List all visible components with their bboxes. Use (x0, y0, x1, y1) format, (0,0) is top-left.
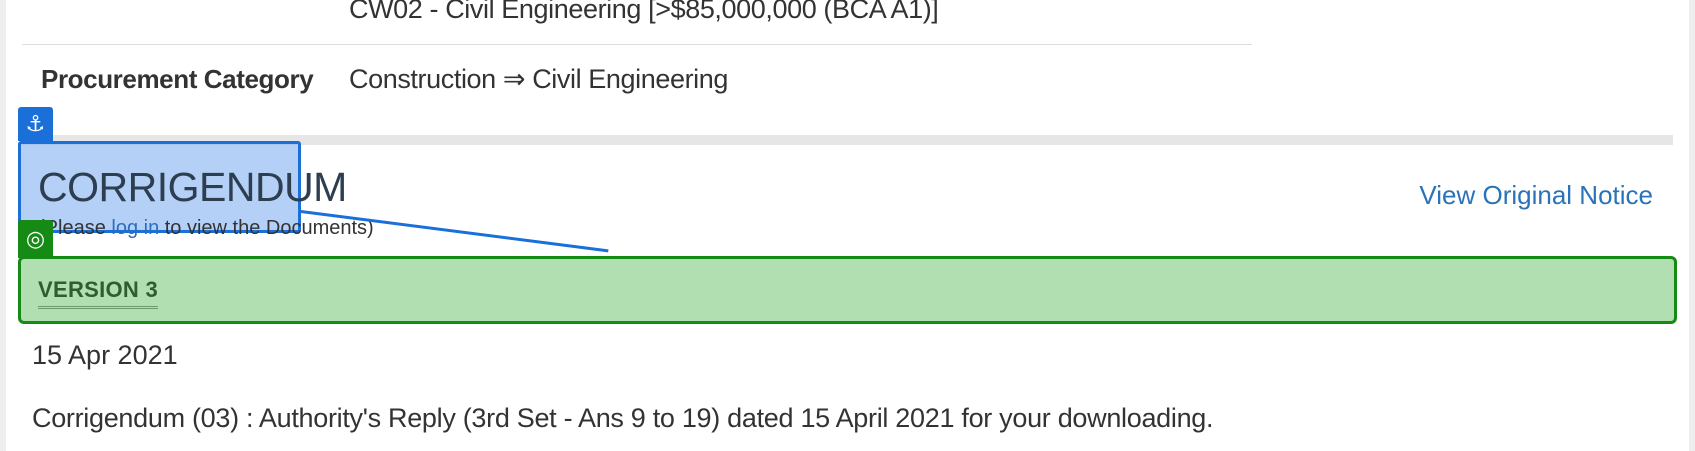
version-description: Corrigendum (03) : Authority's Reply (3r… (32, 403, 1214, 433)
login-notice-suffix: to view the Documents) (159, 217, 374, 239)
version-label[interactable]: VERSION 3 (38, 277, 159, 309)
corrigendum-title: CORRIGENDUM (38, 164, 347, 210)
left-page-border (0, 0, 6, 451)
version-date: 15 Apr 2021 (32, 340, 178, 370)
grade-value: CW02 - Civil Engineering [>$85,000,000 (… (349, 0, 939, 24)
version-highlight-box[interactable] (18, 256, 1677, 324)
anchor-icon: ⚓ (18, 107, 53, 141)
procurement-category-label: Procurement Category (41, 64, 314, 94)
table-divider (22, 44, 1252, 45)
right-page-border (1689, 0, 1695, 451)
target-icon: ◎ (18, 220, 53, 258)
login-link[interactable]: log in (111, 217, 159, 239)
login-notice: (Please log in to view the Documents) (38, 217, 374, 240)
procurement-category-value: Construction ⇒ Civil Engineering (349, 64, 729, 94)
view-original-notice-link[interactable]: View Original Notice (1419, 180, 1653, 211)
